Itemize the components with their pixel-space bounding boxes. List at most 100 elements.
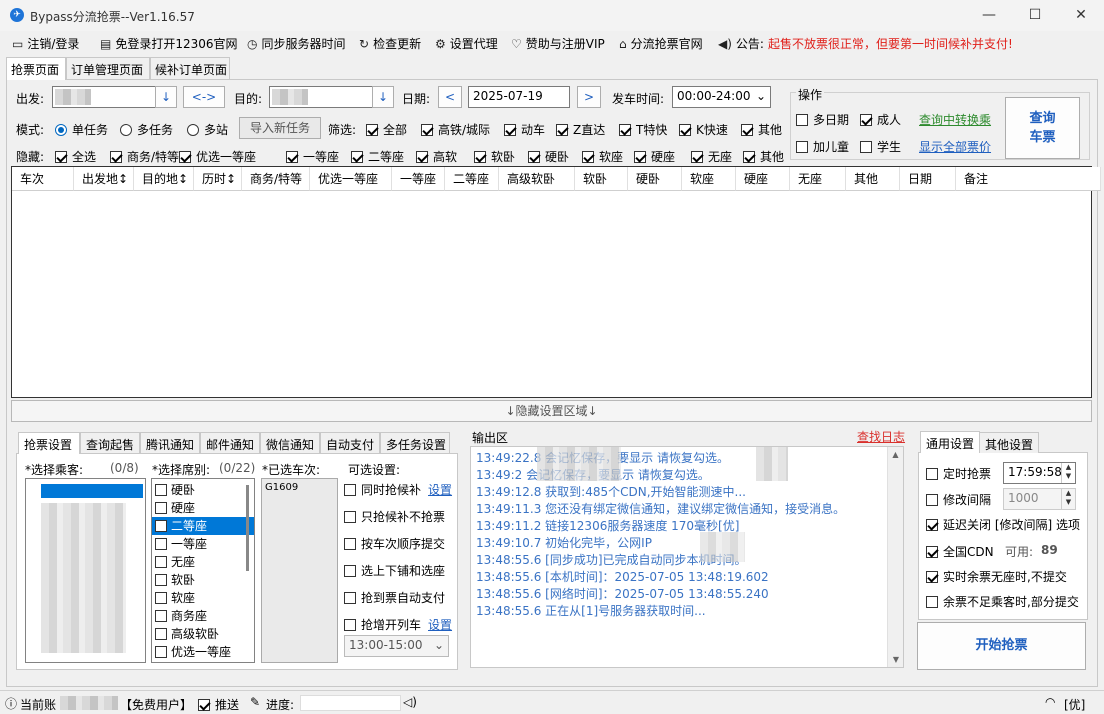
minimize-button[interactable]: — — [966, 0, 1012, 31]
settings-tab-3[interactable]: 邮件通知 — [200, 432, 260, 453]
filter-4[interactable]: T特快 — [619, 121, 667, 138]
partial-submit-checkbox[interactable]: 余票不足乘客时,部分提交 — [926, 593, 1079, 610]
grid-header-cell[interactable]: 硬座 — [736, 167, 790, 191]
optional-item-4[interactable]: 抢到票自动支付 — [344, 589, 445, 606]
multi-date-checkbox[interactable]: 多日期 — [796, 111, 849, 128]
filter-5[interactable]: K快速 — [679, 121, 728, 138]
realtime-no-seat-checkbox[interactable]: 实时余票无座时,不提交 — [926, 568, 1067, 585]
hide-4[interactable]: 二等座 — [351, 148, 404, 165]
hide-1[interactable]: 商务/特等 — [110, 148, 179, 165]
log-scrollbar[interactable]: ▲ ▼ — [887, 447, 903, 667]
push-toggle[interactable]: 推送 — [198, 696, 239, 713]
menu-check-update[interactable]: ↻ 检查更新 — [359, 35, 421, 52]
seat-item[interactable]: 商务座 — [152, 607, 254, 625]
time-range-select[interactable]: 13:00-15:00 ⌄ — [344, 635, 449, 657]
seat-item[interactable]: 高级软卧 — [152, 625, 254, 643]
menu-sync-time[interactable]: ◷ 同步服务器时间 — [247, 35, 346, 52]
import-task-button[interactable]: 导入新任务 — [239, 117, 321, 139]
hide-5[interactable]: 高软 — [416, 148, 457, 165]
seat-item[interactable]: 优选一等座 — [152, 643, 254, 661]
grid-header-cell[interactable]: 其他 — [846, 167, 900, 191]
settings-tab-6[interactable]: 多任务设置 — [380, 432, 450, 453]
seat-item[interactable]: 硬卧 — [152, 481, 254, 499]
mode-multi-station[interactable]: 多站 — [187, 121, 228, 138]
grid-header-cell[interactable]: 优选一等座 — [310, 167, 392, 191]
hide-2[interactable]: 优选一等座 — [179, 148, 256, 165]
optional-item-3[interactable]: 选上下铺和选座 — [344, 562, 445, 579]
hide-0[interactable]: 全选 — [55, 148, 96, 165]
seat-item[interactable]: 软卧 — [152, 571, 254, 589]
seat-item[interactable]: 硬座 — [152, 499, 254, 517]
hide-7[interactable]: 硬卧 — [528, 148, 569, 165]
grid-header-cell[interactable]: 目的地↕ — [134, 167, 194, 191]
settings-tab-0[interactable]: 抢票设置 — [18, 432, 80, 454]
grid-header-cell[interactable]: 高级软卧 — [499, 167, 575, 191]
optional-item-0[interactable]: 同时抢候补 设置 — [344, 481, 452, 498]
tab-general-settings[interactable]: 通用设置 — [920, 431, 981, 453]
depart-time-select[interactable]: 00:00-24:00 ⌄ — [672, 86, 771, 108]
spinner-icon[interactable]: ▲ ▼ — [1061, 463, 1075, 483]
grid-header-cell[interactable]: 软座 — [682, 167, 736, 191]
seat-list[interactable]: 硬卧 硬座 二等座 一等座 无座 软卧 软座 商务座 高级软卧 优选一等座 — [151, 478, 255, 663]
grid-header-cell[interactable]: 日期 — [900, 167, 956, 191]
optional-item-5[interactable]: 抢增开列车 设置 — [344, 616, 452, 633]
grid-header-cell[interactable]: 出发地↕ — [74, 167, 134, 191]
volume-icon[interactable]: ◁) — [403, 695, 417, 709]
timed-grab-checkbox[interactable]: 定时抢票 — [926, 465, 991, 482]
to-input[interactable] — [269, 86, 373, 108]
adult-checkbox[interactable]: 成人 — [860, 111, 901, 128]
menu-logout-login[interactable]: ▭ 注销/登录 — [12, 35, 79, 52]
prev-day-button[interactable]: < — [438, 86, 462, 108]
scroll-up-icon[interactable]: ▲ — [888, 450, 903, 459]
close-button[interactable]: ✕ — [1058, 0, 1104, 31]
seat-item[interactable]: 软座 — [152, 589, 254, 607]
scroll-down-icon[interactable]: ▼ — [888, 655, 904, 664]
filter-1[interactable]: 高铁/城际 — [421, 121, 490, 138]
grid-header-cell[interactable]: 备注 — [956, 167, 1101, 191]
passenger-list[interactable] — [25, 478, 146, 663]
hide-6[interactable]: 软卧 — [474, 148, 515, 165]
maximize-button[interactable]: ☐ — [1012, 0, 1058, 31]
settings-tab-2[interactable]: 腾讯通知 — [140, 432, 200, 453]
seat-item[interactable]: 一等座 — [152, 535, 254, 553]
filter-2[interactable]: 动车 — [504, 121, 545, 138]
settings-tab-1[interactable]: 查询起售 — [80, 432, 140, 453]
timed-value-input[interactable]: 17:59:58 ▲ ▼ — [1003, 462, 1076, 484]
from-input[interactable] — [52, 86, 156, 108]
tab-other-settings[interactable]: 其他设置 — [979, 432, 1040, 453]
grid-header-cell[interactable]: 一等座 — [392, 167, 445, 191]
grid-header-cell[interactable]: 历时↕ — [194, 167, 242, 191]
modify-interval-checkbox[interactable]: 修改间隔 — [926, 491, 991, 508]
delay-close-checkbox[interactable]: 延迟关闭 [修改间隔] 选项 — [926, 516, 1080, 533]
menu-sponsor-vip[interactable]: ♡ 赞助与注册VIP — [511, 35, 605, 52]
seat-list-scrollbar[interactable] — [246, 485, 249, 571]
from-dropdown-button[interactable]: ↓ — [155, 86, 177, 108]
grid-header-cell[interactable]: 二等座 — [445, 167, 499, 191]
hide-9[interactable]: 硬座 — [634, 148, 675, 165]
train-item[interactable]: G1609 — [262, 479, 337, 497]
output-log[interactable]: 13:49:22.8 会记忆保存，要显示 请恢复勾选。13:49:2 会记忆保存… — [470, 446, 904, 668]
transfer-link[interactable]: 查询中转换乘 — [919, 111, 991, 128]
menu-proxy[interactable]: ⚙ 设置代理 — [435, 35, 498, 52]
query-tickets-button[interactable]: 查询 车票 — [1005, 97, 1080, 159]
mode-multi[interactable]: 多任务 — [120, 121, 173, 138]
tab-grab-tickets[interactable]: 抢票页面 — [6, 57, 66, 80]
hide-settings-area-toggle[interactable]: ↓隐藏设置区域↓ — [11, 400, 1092, 422]
optional-item-1[interactable]: 只抢候补不抢票 — [344, 508, 445, 525]
setting-link[interactable]: 设置 — [428, 616, 452, 633]
grid-header-cell[interactable]: 硬卧 — [628, 167, 682, 191]
date-input[interactable]: 2025-07-19 — [468, 86, 570, 108]
child-checkbox[interactable]: 加儿童 — [796, 138, 849, 155]
spinner-icon[interactable]: ▲ ▼ — [1061, 489, 1075, 509]
optional-item-2[interactable]: 按车次顺序提交 — [344, 535, 445, 552]
filter-0[interactable]: 全部 — [366, 121, 407, 138]
settings-tab-5[interactable]: 自动支付 — [320, 432, 380, 453]
seat-item[interactable]: 无座 — [152, 553, 254, 571]
grid-header-cell[interactable]: 无座 — [790, 167, 846, 191]
mode-single[interactable]: 单任务 — [55, 121, 108, 138]
hide-11[interactable]: 其他 — [743, 148, 784, 165]
grid-header-cell[interactable]: 软卧 — [575, 167, 628, 191]
hide-3[interactable]: 一等座 — [286, 148, 339, 165]
tab-waitlist-orders[interactable]: 候补订单页面 — [150, 57, 230, 79]
setting-link[interactable]: 设置 — [428, 481, 452, 498]
